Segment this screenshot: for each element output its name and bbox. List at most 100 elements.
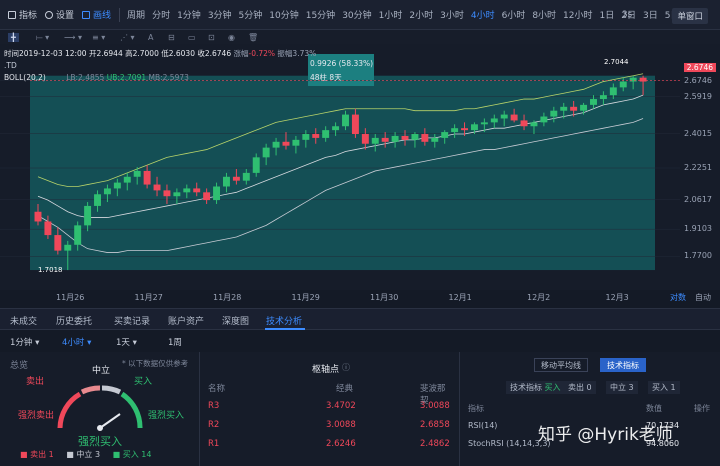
candle-body (619, 81, 627, 88)
y-tick-label: 1.9103 (684, 224, 712, 234)
candle-body (411, 134, 419, 140)
candle-body (282, 141, 290, 146)
period-option[interactable]: 30分钟 (342, 8, 371, 21)
candle-body (222, 176, 230, 187)
x-tick-label: 12月1 (448, 293, 472, 302)
ruler-tool-icon[interactable]: ⊟ (168, 33, 175, 42)
period-option[interactable]: 12小时 (563, 8, 592, 21)
candle-body (629, 77, 637, 82)
period-option[interactable]: 5分钟 (239, 8, 263, 21)
candle-body (580, 104, 588, 111)
gauge-sell-arc (80, 385, 101, 395)
sell-count: ■ 卖出 1 (20, 450, 54, 459)
tab-technical-analysis[interactable]: 技术分析 (266, 314, 302, 327)
candle-body (94, 194, 101, 206)
watermark: 知乎 @Hyrik老师 (538, 425, 673, 445)
indicators-button[interactable]: 指标 (8, 8, 37, 21)
candle-body (401, 135, 409, 140)
drawing-button[interactable]: 画线 (82, 8, 111, 21)
line-tool-icon[interactable]: ⟝ ▾ (36, 33, 49, 43)
candle-body (44, 221, 52, 236)
divider (119, 7, 121, 22)
price-chart[interactable]: 时间2019-12-03 12:00 开2.6944 高2.7000 低2.60… (0, 44, 720, 294)
period-option[interactable]: 分时 (152, 8, 170, 21)
candle-body (183, 188, 191, 193)
period-option[interactable]: 8小时 (532, 8, 556, 21)
chevron-down-icon: ▾ (87, 338, 92, 348)
period-option[interactable]: 2小时 (409, 8, 433, 21)
period-option[interactable]: 1日 (600, 8, 615, 21)
candle-body (163, 190, 171, 197)
lock-tool-icon[interactable]: ⊡ (208, 33, 215, 42)
window-mode-button[interactable]: 单窗口 (672, 8, 708, 24)
eye-tool-icon[interactable]: ◉ (228, 33, 235, 42)
candle-body (113, 182, 121, 189)
interval-selector[interactable]: 3s (622, 10, 632, 20)
period-option[interactable]: 6小时 (502, 8, 526, 21)
candle-body (143, 170, 151, 185)
period-option[interactable]: 4小时 (471, 8, 495, 21)
indicators-icon (8, 10, 16, 19)
period-option[interactable]: 10分钟 (269, 8, 298, 21)
moving-average-tab[interactable]: 移动平均线 (534, 358, 588, 372)
interval-1m[interactable]: 1分钟 ▾ (10, 336, 39, 348)
candle-body (133, 170, 141, 177)
interval-1d[interactable]: 1天 ▾ (116, 336, 137, 348)
candle-body (332, 126, 340, 131)
tab-order-history[interactable]: 历史委托 (56, 314, 92, 327)
tab-depth[interactable]: 深度图 (222, 314, 249, 327)
ray-tool-icon[interactable]: ⟶ ▾ (64, 33, 82, 42)
settings-button[interactable]: 设置 (45, 8, 74, 21)
y-tick-label: 2.5919 (684, 91, 712, 101)
x-tick-label: 11月28 (213, 293, 242, 302)
candle-body (64, 244, 72, 251)
tab-trade-history[interactable]: 买卖记录 (114, 314, 150, 327)
crosshair-tool-icon[interactable]: ╋ (8, 33, 19, 42)
candle-body (421, 134, 429, 142)
summary-title: 总览 (10, 361, 29, 371)
info-icon[interactable]: ⓘ (342, 362, 350, 373)
indicator-neutral-count: 中立 3 (606, 381, 638, 394)
candle-body (451, 128, 459, 133)
candle-body (193, 188, 201, 193)
tab-assets[interactable]: 账户资产 (168, 314, 204, 327)
x-tick-label: 12月3 (605, 293, 629, 302)
indicator-col-value: 数值 (646, 404, 662, 413)
candle-body (123, 176, 131, 183)
period-option[interactable]: 1小时 (379, 8, 403, 21)
interval-1w[interactable]: 1周 (168, 336, 182, 348)
tab-open-orders[interactable]: 未成交 (10, 314, 37, 327)
auto-toggle[interactable]: 自动 (695, 292, 711, 303)
candle-body (312, 134, 320, 138)
candle-body (84, 205, 92, 226)
technical-indicator-tab[interactable]: 技术指标 (600, 358, 646, 372)
drawing-toolbar: ╋ ⟝ ▾ ⟶ ▾ ≡ ▾ ⋰ ▾ A ⊟ ▭ ⊡ ◉ 🗑 (0, 30, 720, 44)
text-tool-icon[interactable]: A (148, 33, 153, 42)
gauge-strong-buy-label: 强烈买入 (148, 411, 185, 421)
period-option[interactable]: 3日 (643, 8, 658, 21)
period-option[interactable]: 15分钟 (306, 8, 335, 21)
ohlc-info: 时间2019-12-03 12:00 开2.6944 高2.7000 低2.60… (4, 49, 317, 58)
candle-body (609, 87, 617, 96)
y-tick-label: 2.4015 (684, 128, 712, 138)
parallel-tool-icon[interactable]: ≡ ▾ (92, 33, 105, 42)
candle-body (639, 77, 647, 82)
candle-body (530, 122, 538, 127)
indicator-sell-count: 卖出 0 (564, 381, 596, 394)
candle-body (540, 116, 548, 123)
chevron-down-icon: ▾ (132, 338, 137, 348)
trash-tool-icon[interactable]: 🗑 (248, 33, 258, 42)
period-option[interactable]: 3小时 (440, 8, 464, 21)
interval-4h[interactable]: 4小时 ▾ (62, 336, 91, 348)
table-row: R2 3.0088 2.6858 (208, 420, 450, 430)
log-toggle[interactable]: 对数 (670, 292, 686, 303)
period-option[interactable]: 1分钟 (177, 8, 201, 21)
table-row: R3 3.4702 3.0088 (208, 401, 450, 411)
measure-tool-icon[interactable]: ▭ (188, 33, 196, 42)
candle-body (431, 137, 439, 142)
channel-tool-icon[interactable]: ⋰ ▾ (120, 33, 135, 42)
period-option[interactable]: 3分钟 (208, 8, 232, 21)
x-tick-label: 11月29 (291, 293, 320, 302)
indicator-col-action: 操作 (694, 404, 710, 413)
boll-indicator-label: BOLL(20,2) LB:2.4855 UB:2.7091 MB:2.5973 (4, 73, 189, 82)
